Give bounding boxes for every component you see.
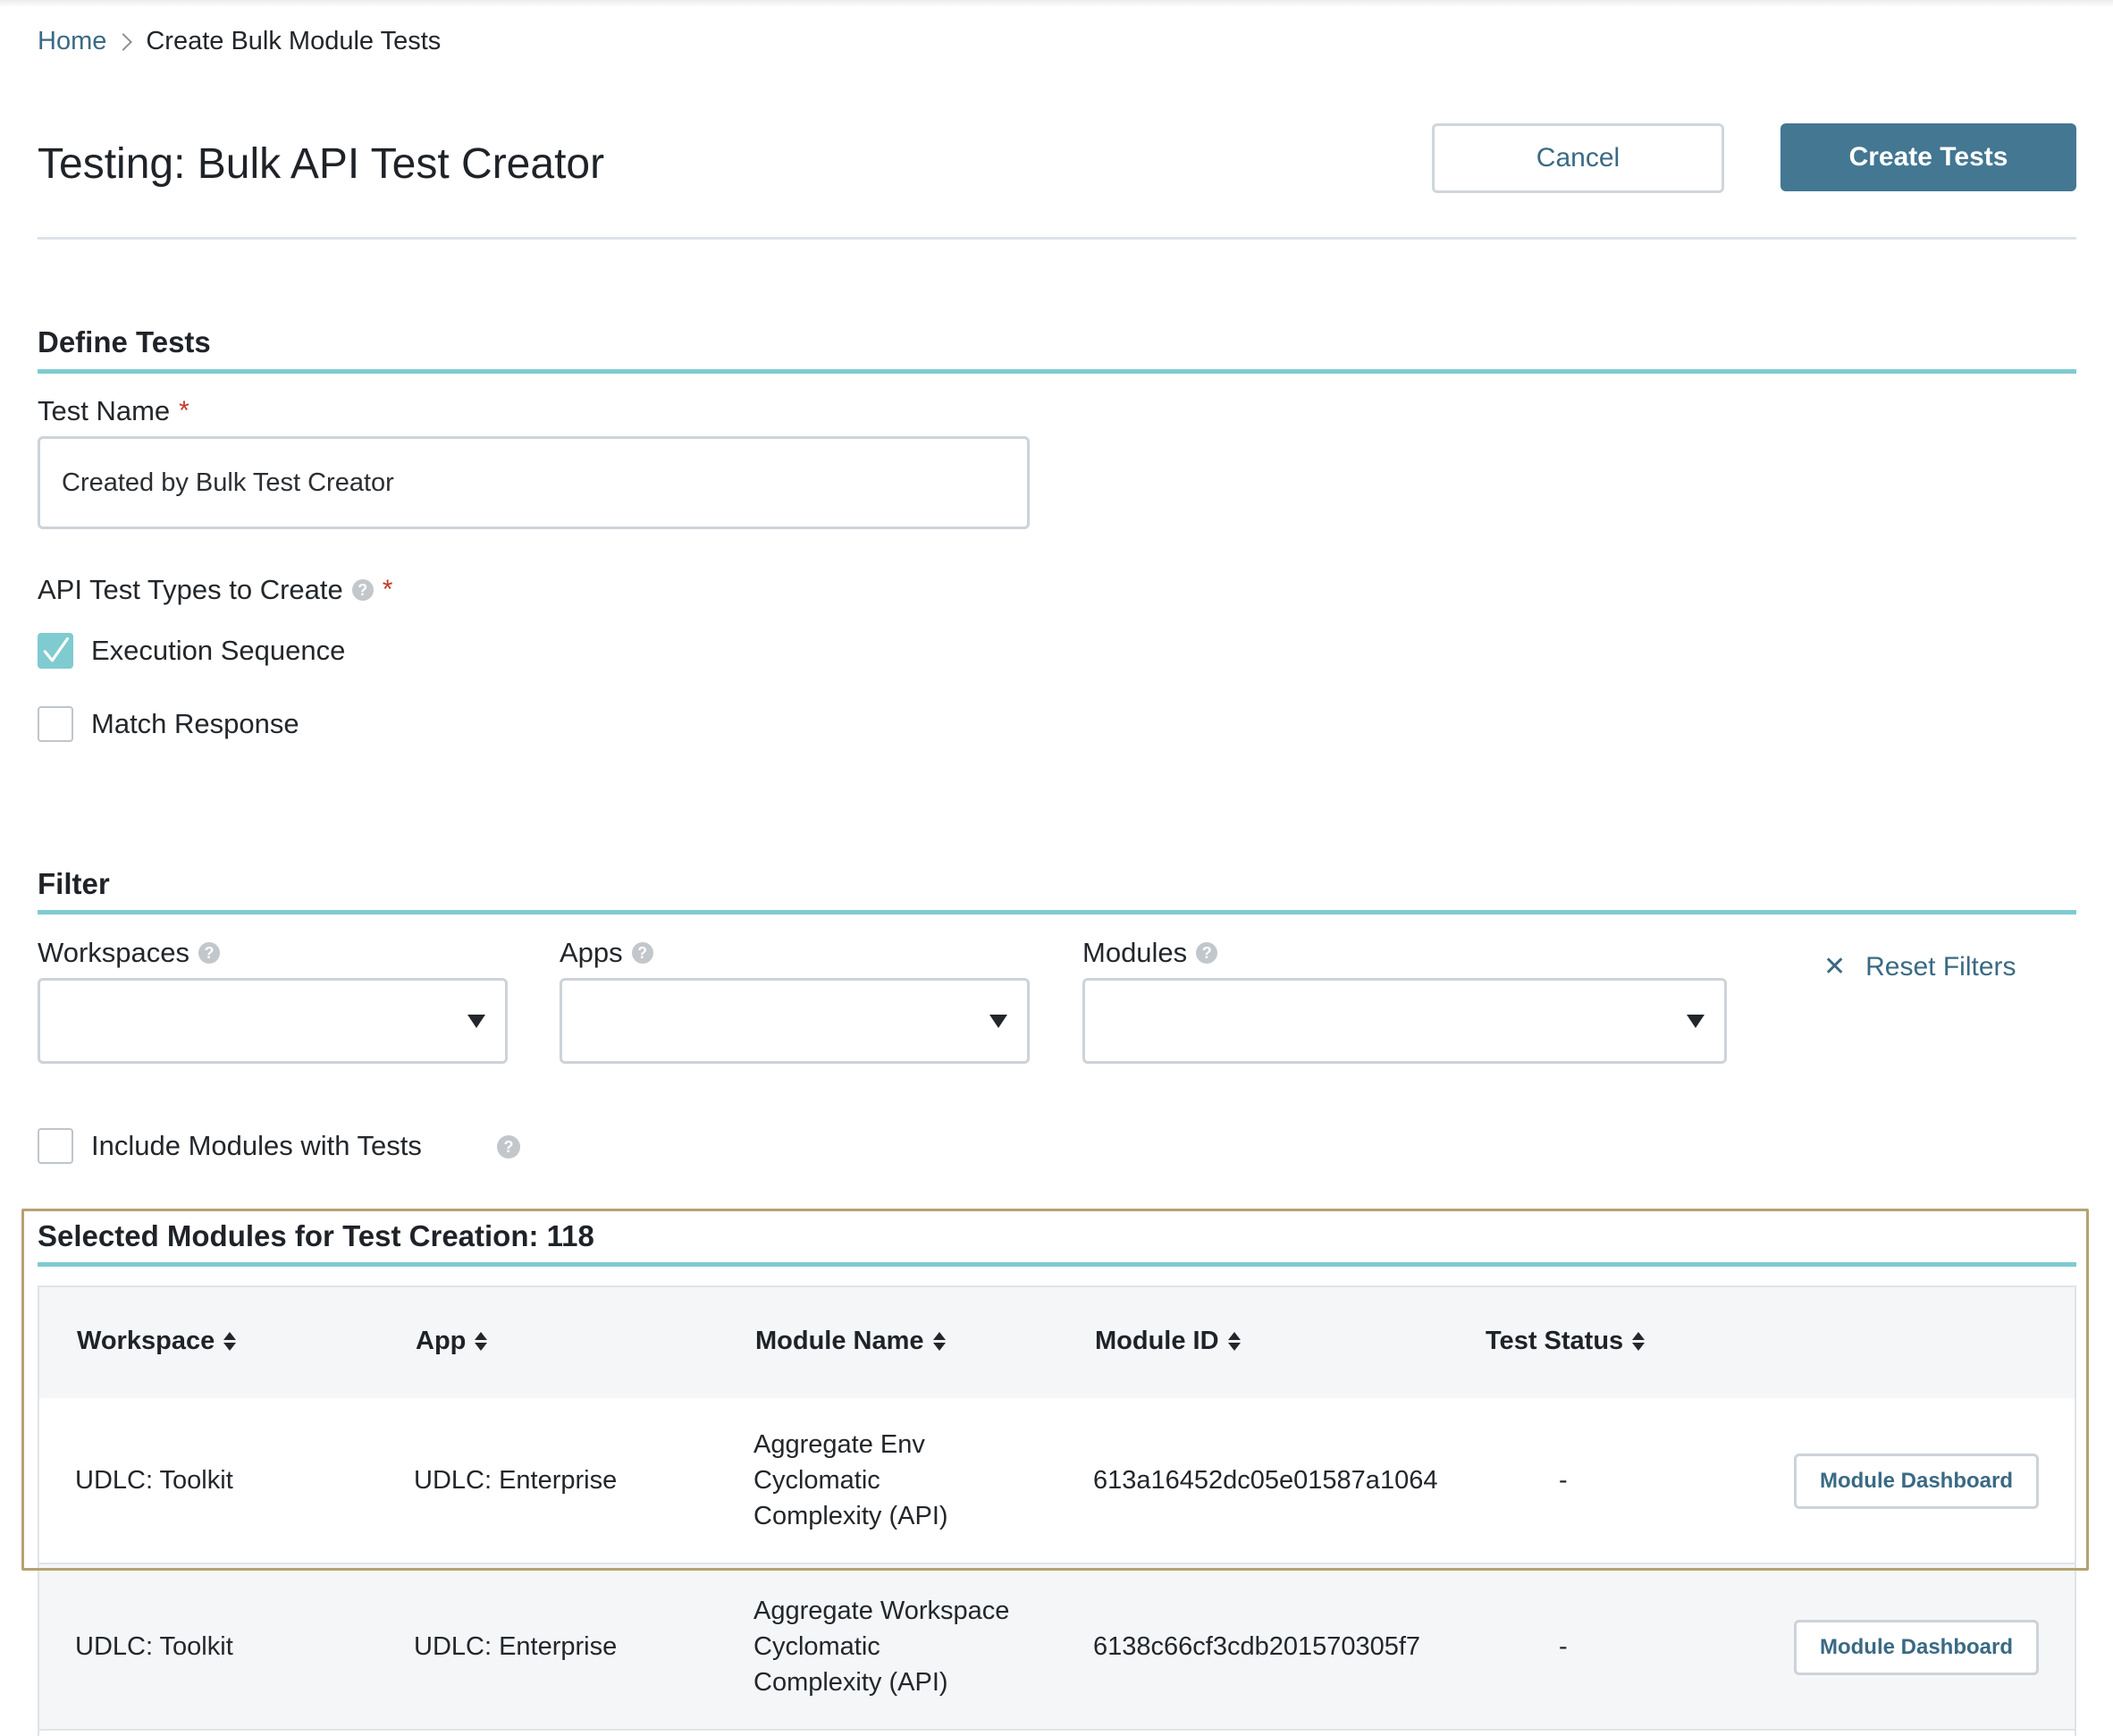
workspaces-label: Workspaces ? [38, 937, 220, 969]
modules-select[interactable] [1082, 978, 1727, 1064]
help-icon[interactable]: ? [351, 579, 374, 601]
reset-filters-label: Reset Filters [1865, 951, 2016, 982]
checkmark-icon [43, 636, 70, 662]
sort-icon [1227, 1332, 1241, 1351]
cell-app: UDLC: Enterprise [414, 1466, 618, 1495]
breadcrumb-home-link[interactable]: Home [38, 27, 106, 56]
header-divider [38, 237, 2076, 240]
modules-label: Modules ? [1082, 937, 1218, 969]
filter-heading: Filter [38, 867, 110, 900]
caret-down-icon [1687, 1015, 1705, 1028]
option-match-response[interactable]: Match Response [38, 706, 299, 742]
execution-sequence-label: Execution Sequence [91, 635, 346, 666]
cell-module-id: 613a16452dc05e01587a1064 [1093, 1466, 1438, 1495]
test-name-label-text: Test Name [38, 395, 171, 426]
table-row: UDLC: Toolkit UDLC: Enterprise Aggregate… [39, 1564, 2075, 1731]
column-header-workspace[interactable]: Workspace [77, 1327, 237, 1356]
chevron-right-icon [114, 32, 133, 51]
cell-workspace: UDLC: Toolkit [75, 1466, 233, 1495]
column-header-test-status[interactable]: Test Status [1486, 1327, 1646, 1356]
help-icon[interactable]: ? [497, 1135, 520, 1159]
api-test-types-label-text: API Test Types to Create [38, 574, 343, 605]
required-mark: * [179, 396, 189, 426]
option-execution-sequence[interactable]: Execution Sequence [38, 633, 345, 669]
cancel-button[interactable]: Cancel [1432, 123, 1724, 193]
table-header: Workspace App Module Name Module ID Test… [39, 1287, 2075, 1398]
selected-modules-divider [38, 1262, 2076, 1267]
help-icon[interactable]: ? [631, 942, 653, 964]
module-dashboard-button[interactable]: Module Dashboard [1794, 1620, 2039, 1675]
cell-workspace: UDLC: Toolkit [75, 1632, 233, 1661]
sort-icon [932, 1332, 946, 1351]
match-response-label: Match Response [91, 708, 299, 739]
breadcrumb-current: Create Bulk Module Tests [146, 27, 442, 55]
cell-test-status: - [1559, 1466, 1568, 1495]
page-title: Testing: Bulk API Test Creator [38, 140, 605, 188]
breadcrumb: Home Create Bulk Module Tests [38, 27, 441, 56]
caret-down-icon [467, 1015, 485, 1028]
cell-app: UDLC: Enterprise [414, 1632, 618, 1661]
include-modules-label: Include Modules with Tests [91, 1130, 422, 1161]
selected-modules-heading: Selected Modules for Test Creation: 118 [38, 1219, 594, 1252]
option-include-modules[interactable]: Include Modules with Tests [38, 1128, 422, 1164]
column-header-label: Module Name [755, 1327, 924, 1355]
close-icon: ✕ [1823, 952, 1847, 982]
module-name-line: Aggregate Workspace [753, 1597, 1010, 1625]
cell-test-status: - [1559, 1632, 1568, 1661]
match-response-checkbox[interactable] [38, 706, 73, 742]
column-header-label: Workspace [77, 1327, 215, 1355]
caret-down-icon [989, 1015, 1007, 1028]
module-name-line: Aggregate Env [753, 1430, 925, 1459]
help-icon[interactable]: ? [1196, 942, 1218, 964]
column-header-module-id[interactable]: Module ID [1095, 1327, 1241, 1356]
filter-divider [38, 910, 2076, 914]
module-dashboard-button[interactable]: Module Dashboard [1794, 1454, 2039, 1509]
module-name-line: Cyclomatic [753, 1632, 880, 1661]
apps-label-text: Apps [560, 937, 623, 968]
define-tests-heading: Define Tests [38, 325, 211, 358]
module-name-line: Complexity (API) [753, 1668, 948, 1697]
help-icon[interactable]: ? [198, 942, 220, 964]
required-mark: * [382, 575, 393, 604]
execution-sequence-checkbox[interactable] [38, 633, 73, 669]
column-header-label: App [416, 1327, 467, 1355]
module-name-line: Cyclomatic [753, 1466, 880, 1495]
workspaces-select[interactable] [38, 978, 508, 1064]
column-header-app[interactable]: App [416, 1327, 488, 1356]
modules-label-text: Modules [1082, 937, 1188, 968]
test-name-label: Test Name * [38, 395, 189, 427]
api-test-types-label: API Test Types to Create ? * [38, 574, 392, 606]
define-tests-divider [38, 369, 2076, 374]
test-name-input[interactable] [38, 436, 1030, 529]
module-name-line: Complexity (API) [753, 1502, 948, 1530]
sort-icon [1632, 1332, 1646, 1351]
include-modules-checkbox[interactable] [38, 1128, 73, 1164]
cell-module-id: 6138c66cf3cdb201570305f7 [1093, 1632, 1421, 1661]
table-row: UDLC: Toolkit UDLC: Enterprise Aggregate… [39, 1398, 2075, 1564]
sort-icon [475, 1332, 488, 1351]
column-header-module-name[interactable]: Module Name [755, 1327, 946, 1356]
reset-filters-button[interactable]: ✕ Reset Filters [1823, 951, 2016, 982]
sort-icon [223, 1332, 237, 1351]
column-header-label: Test Status [1486, 1327, 1624, 1355]
workspaces-label-text: Workspaces [38, 937, 189, 968]
create-tests-button[interactable]: Create Tests [1780, 123, 2076, 191]
cell-module-name: Aggregate Workspace Cyclomatic Complexit… [753, 1593, 1048, 1700]
apps-label: Apps ? [560, 937, 653, 969]
modules-table: Workspace App Module Name Module ID Test… [38, 1285, 2076, 1736]
column-header-label: Module ID [1095, 1327, 1219, 1355]
cell-module-name: Aggregate Env Cyclomatic Complexity (API… [753, 1427, 1048, 1534]
apps-select[interactable] [560, 978, 1030, 1064]
